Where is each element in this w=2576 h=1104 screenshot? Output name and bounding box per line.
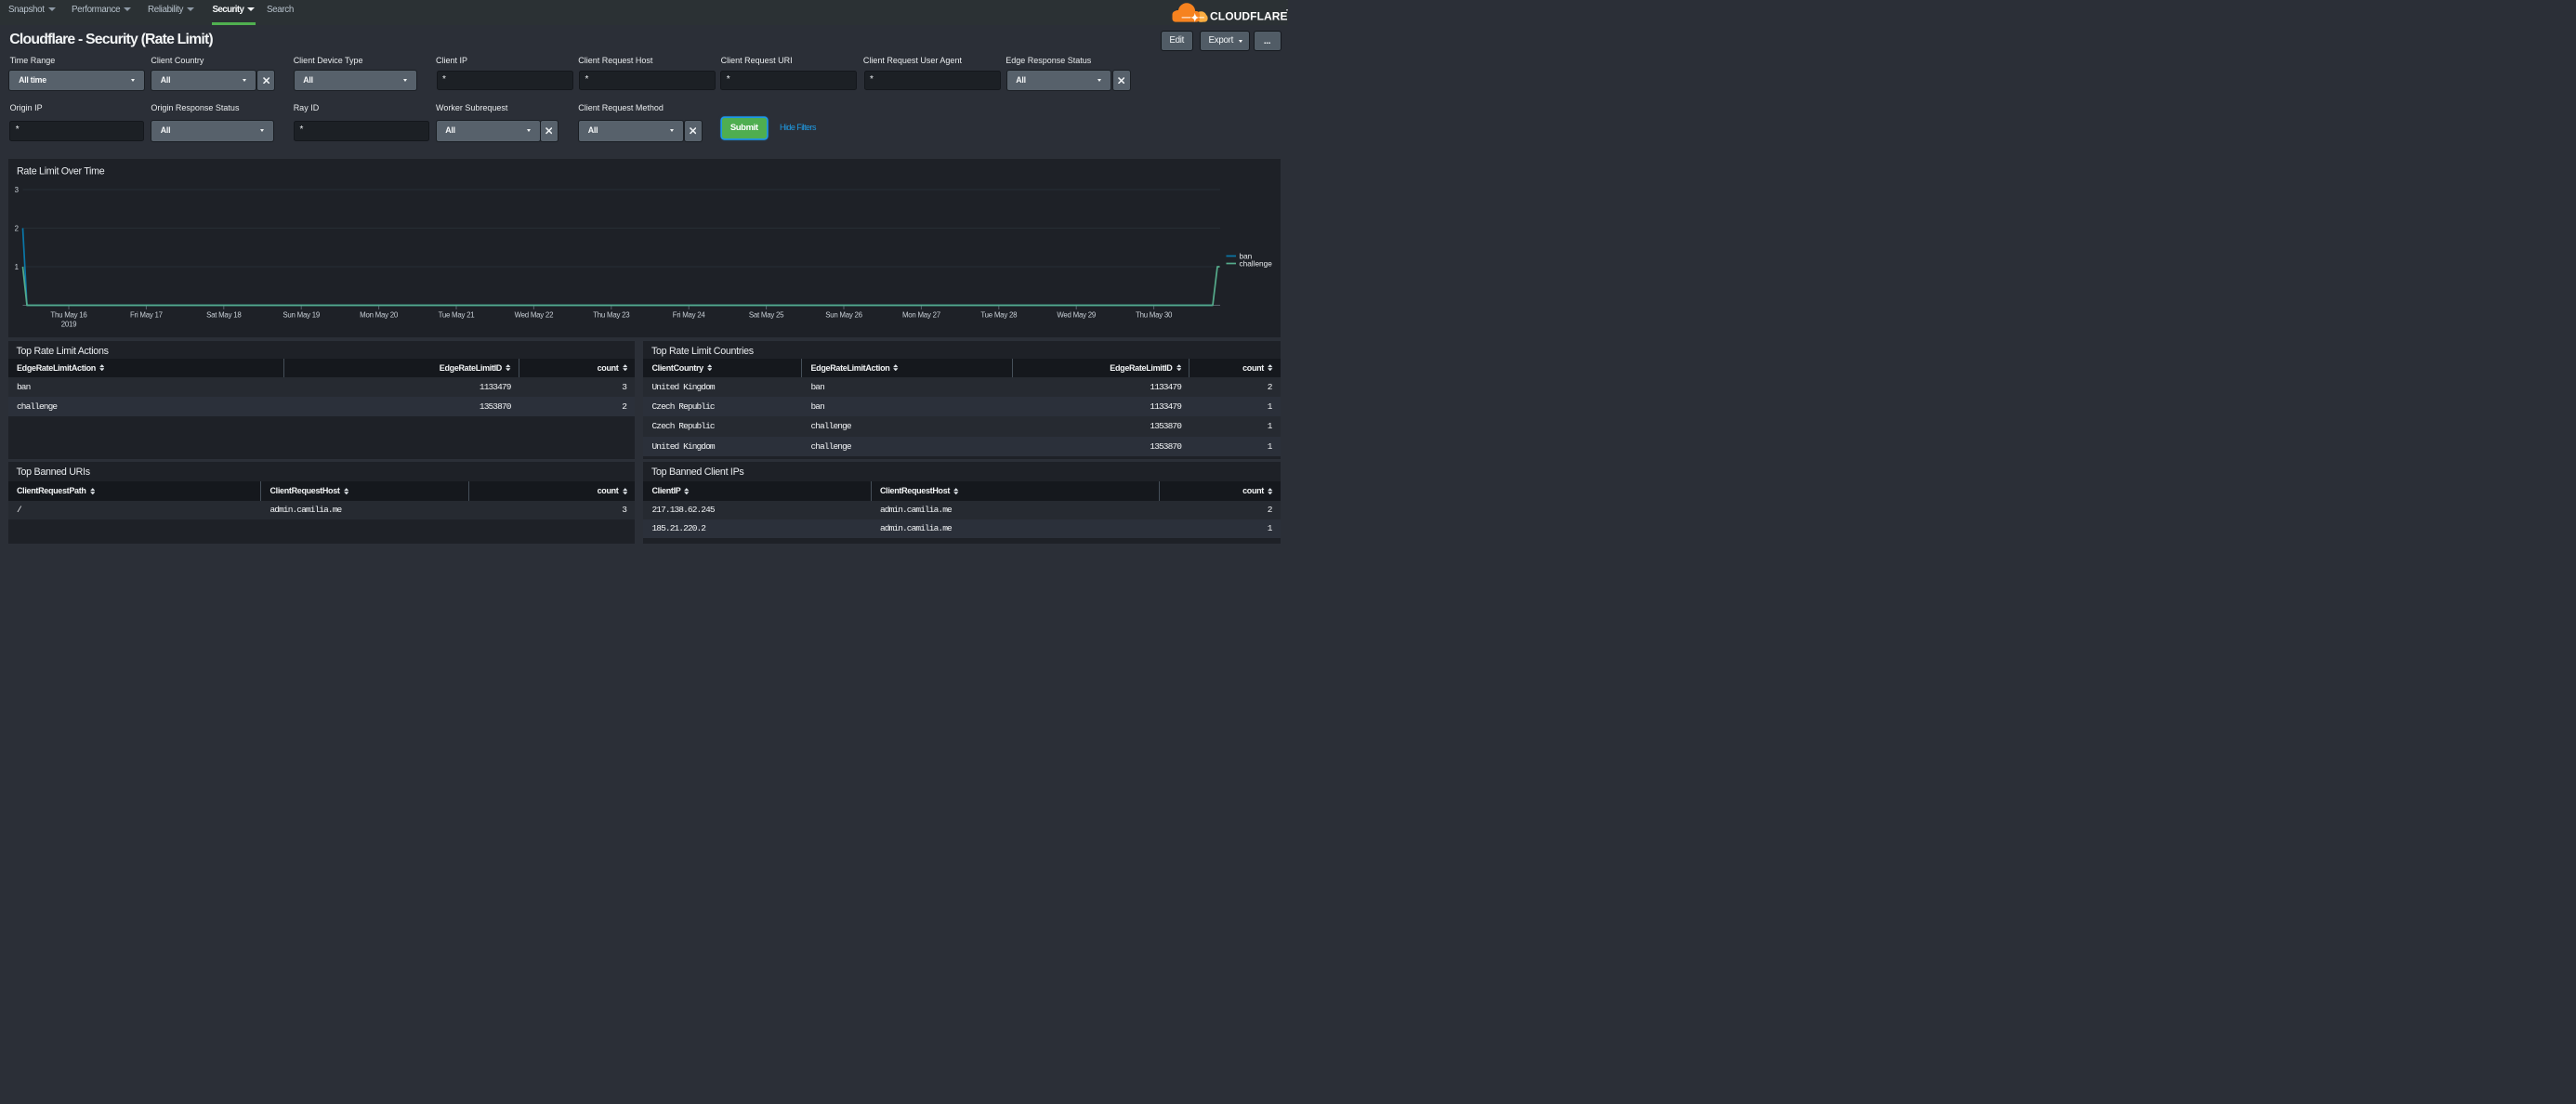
svg-text:Tue May 28: Tue May 28	[980, 311, 1018, 320]
svg-text:Wed May 29: Wed May 29	[1057, 311, 1097, 320]
svg-text:Wed May 22: Wed May 22	[514, 311, 553, 320]
svg-text:Mon May 27: Mon May 27	[901, 311, 940, 320]
svg-text:Thu May 30: Thu May 30	[1136, 311, 1173, 320]
svg-text:Sat May 25: Sat May 25	[748, 311, 783, 320]
svg-text:challenge: challenge	[1239, 260, 1272, 269]
svg-text:Rate Limit Over Time: Rate Limit Over Time	[17, 166, 105, 177]
svg-text:Thu May 23: Thu May 23	[593, 311, 630, 320]
svg-text:Mon May 20: Mon May 20	[360, 311, 399, 320]
svg-text:Sun May 26: Sun May 26	[825, 311, 862, 320]
svg-text:Fri May 17: Fri May 17	[130, 311, 163, 320]
svg-text:CLOUDFLARE: CLOUDFLARE	[1210, 9, 1288, 22]
svg-text:Thu May 16: Thu May 16	[50, 311, 87, 320]
svg-text:2: 2	[14, 224, 18, 232]
svg-text:Tue May 21: Tue May 21	[438, 311, 474, 320]
svg-text:1: 1	[14, 263, 18, 271]
svg-text:2019: 2019	[60, 321, 76, 329]
svg-text:Fri May 24: Fri May 24	[672, 311, 705, 320]
svg-text:Sun May 19: Sun May 19	[283, 311, 320, 320]
svg-text:3: 3	[14, 186, 19, 194]
svg-text:Sat May 18: Sat May 18	[206, 311, 242, 320]
